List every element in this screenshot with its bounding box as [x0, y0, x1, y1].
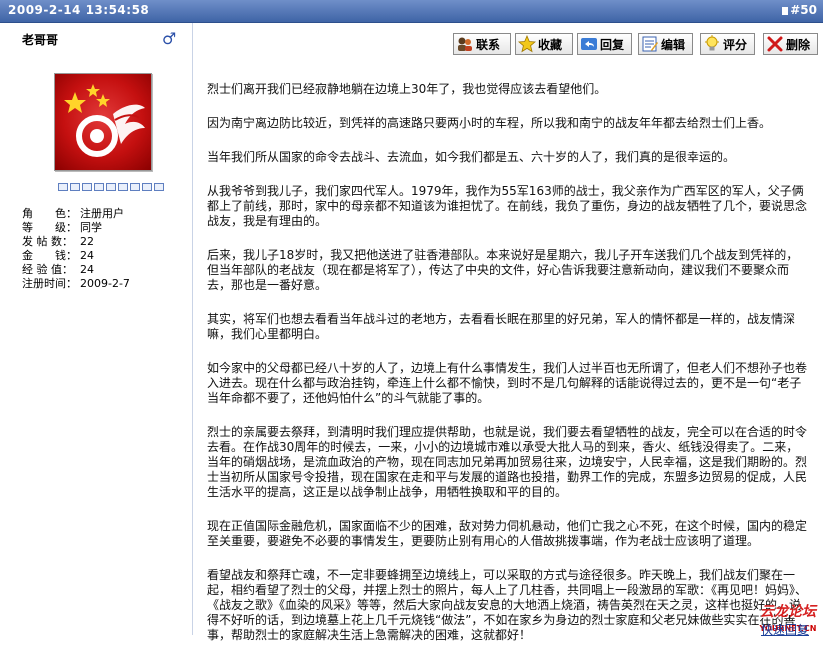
reply-button[interactable]: 回复	[577, 33, 632, 55]
author-sidebar: 老哥哥 ♂ 角 色： 注册用户 等 级： 同学 发 帖 数： 22 金 钱： 24 经 …	[0, 23, 193, 635]
info-row: 发 帖 数： 22	[22, 235, 130, 249]
avatar[interactable]	[54, 73, 152, 171]
info-key: 注册时间：	[22, 277, 77, 290]
delete-icon	[766, 35, 784, 53]
rank-star-icon	[154, 183, 164, 191]
author-name[interactable]: 老哥哥	[22, 31, 58, 48]
delete-button[interactable]: 删除	[763, 33, 818, 55]
info-key: 等 级：	[22, 221, 77, 234]
edit-icon	[641, 35, 659, 53]
post-timestamp: 2009-2-14 13:54:58	[8, 3, 150, 17]
post-paragraph: 如今家中的父母都已经八十岁的人了，边境上有什么事情发生，我们人过半百也无所谓了，…	[207, 361, 808, 405]
info-key: 经 验 值：	[22, 263, 73, 276]
rank-star-icon	[82, 183, 92, 191]
author-info: 角 色： 注册用户 等 级： 同学 发 帖 数： 22 金 钱： 24 经 验 值： 24…	[22, 207, 130, 291]
post-paragraph: 烈士们离开我们已经寂静地躺在边境上30年了，我也觉得应该去看望他们。	[207, 82, 607, 96]
post-content: 烈士们离开我们已经寂静地躺在边境上30年了，我也觉得应该去看望他们。 因为南宁离…	[207, 82, 807, 662]
post-paragraph: 烈士的亲属要去祭拜，到清明时我们理应提供帮助，也就是说，我们要去看望牺牲的战友，…	[207, 425, 808, 499]
rank-star-icon	[118, 183, 128, 191]
post-paragraph: 其实，将军们也想去看看当年战斗过的老地方，去看看长眠在那里的好兄弟，军人的情怀都…	[207, 312, 796, 341]
post-paragraph: 后来，我儿子18岁时，我又把他送进了驻香港部队。本来说好是星期六，我儿子开车送我…	[207, 248, 799, 292]
avatar-emblem-icon	[64, 84, 145, 157]
rank-star-icon	[70, 183, 80, 191]
rank-star-icon	[94, 183, 104, 191]
favorite-button[interactable]: 收藏	[515, 33, 573, 55]
star-icon	[518, 35, 536, 53]
contact-label: 联系	[476, 37, 501, 52]
rank-star-icon	[106, 183, 116, 191]
post-paragraph: 因为南宁离边防比较近，到凭祥的高速路只要两小时的车程，所以我和南宁的战友年年都去…	[207, 116, 772, 130]
post-paragraph: 看望战友和祭拜亡魂，不一定非要蜂拥至边境线上，可以采取的方式与途径很多。昨天晚上…	[207, 568, 808, 642]
post-header-bar: 2009-2-14 13:54:58 #50	[0, 0, 823, 23]
info-key: 金 钱：	[22, 249, 77, 262]
reply-label: 回复	[600, 37, 625, 52]
post-number[interactable]: #50	[782, 3, 817, 17]
contact-icon	[456, 35, 474, 53]
contact-button[interactable]: 联系	[453, 33, 511, 55]
info-row: 等 级： 同学	[22, 221, 130, 235]
post-number-label: #50	[790, 3, 817, 17]
rate-label: 评分	[723, 37, 748, 52]
post-paragraph: 从我爷爷到我儿子，我们家四代军人。1979年，我作为55军163师的战士，我父亲…	[207, 184, 808, 228]
favorite-label: 收藏	[538, 37, 563, 52]
rank-star-icon	[142, 183, 152, 191]
info-value: 22	[80, 235, 94, 248]
edit-button[interactable]: 编辑	[638, 33, 693, 55]
quick-reply-link[interactable]: 快速回复	[761, 621, 809, 638]
watermark-text: 云龙论坛	[760, 604, 816, 620]
reply-icon	[580, 35, 598, 53]
rank-star-icon	[58, 183, 68, 191]
info-row: 注册时间： 2009-2-7	[22, 277, 130, 291]
rate-button[interactable]: 评分	[700, 33, 755, 55]
info-row: 角 色： 注册用户	[22, 207, 130, 221]
rank-star-icon	[130, 183, 140, 191]
post-paragraph: 当年我们所从国家的命令去战斗、去流血，如今我们都是五、六十岁的人了，我们真的是很…	[207, 150, 736, 164]
info-value: 24	[80, 263, 94, 276]
site-watermark: 云龙论坛 YOURNET.CN	[757, 601, 819, 633]
info-row: 金 钱： 24	[22, 249, 130, 263]
info-key: 发 帖 数：	[22, 235, 73, 248]
info-value: 同学	[80, 221, 102, 234]
info-key: 角 色：	[22, 207, 77, 220]
info-row: 经 验 值： 24	[22, 263, 130, 277]
info-value: 注册用户	[80, 207, 124, 220]
post-number-icon	[782, 6, 789, 15]
lightbulb-icon	[703, 35, 721, 53]
info-value: 2009-2-7	[80, 277, 130, 290]
delete-label: 删除	[786, 37, 811, 52]
post-paragraph: 现在正值国际金融危机，国家面临不少的困难，敌对势力伺机悬动，他们亡我之心不死，在…	[207, 519, 808, 548]
male-icon: ♂	[162, 29, 177, 48]
info-value: 24	[80, 249, 94, 262]
rank-stars	[58, 183, 164, 191]
edit-label: 编辑	[661, 37, 686, 52]
